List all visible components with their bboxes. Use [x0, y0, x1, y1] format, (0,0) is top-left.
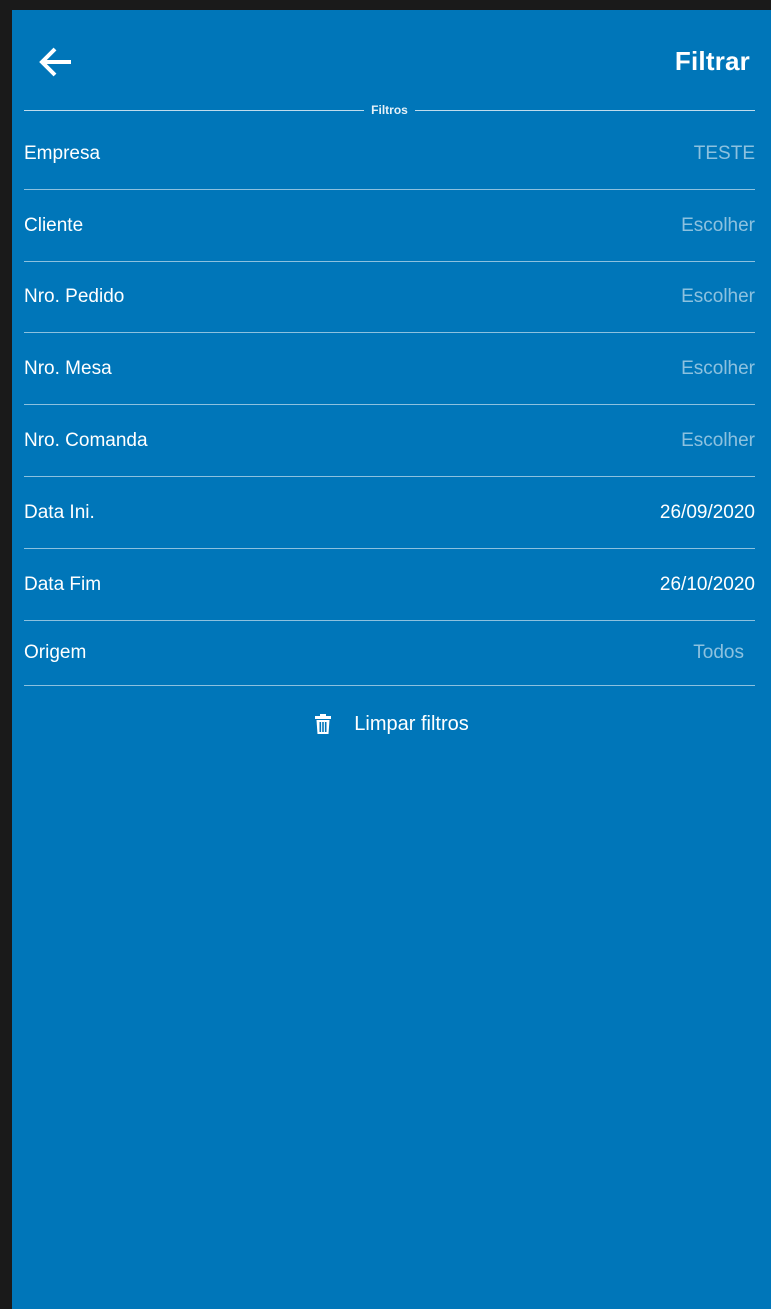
filter-label: Cliente [24, 214, 84, 236]
divider-line-left [24, 109, 365, 111]
filter-label: Nro. Mesa [24, 357, 112, 379]
filter-row-cliente[interactable]: Cliente Escolher [24, 190, 755, 262]
filter-value: Escolher [681, 357, 755, 379]
arrow-left-icon [36, 42, 76, 82]
filter-row-nro-pedido[interactable]: Nro. Pedido Escolher [24, 262, 755, 333]
clear-filters-label: Limpar filtros [354, 712, 469, 735]
filter-value: Escolher [681, 214, 755, 236]
divider-line-right [414, 109, 756, 111]
filter-label: Nro. Pedido [24, 286, 125, 307]
filter-row-data-fim[interactable]: Data Fim 26/10/2020 [24, 549, 755, 621]
filter-label: Data Ini. [24, 501, 95, 523]
filter-apply-button[interactable]: Filtrar [675, 46, 750, 77]
filter-row-nro-mesa[interactable]: Nro. Mesa Escolher [24, 333, 755, 405]
filter-list: Empresa TESTE Cliente Escolher Nro. Pedi… [24, 118, 755, 686]
filter-value: 26/10/2020 [659, 573, 755, 595]
filter-row-data-ini[interactable]: Data Ini. 26/09/2020 [24, 477, 755, 549]
filter-label: Data Fim [24, 573, 102, 595]
section-divider: Filtros [24, 103, 756, 117]
filter-screen: Filtrar Filtros Empresa TESTE Cliente Es… [12, 10, 771, 1309]
filter-label: Empresa [24, 142, 101, 164]
clear-filters-button[interactable]: Limpar filtros [12, 706, 771, 742]
filter-label: Nro. Comanda [24, 429, 148, 451]
filter-row-origem[interactable]: Origem Todos [24, 621, 755, 686]
back-button[interactable] [32, 38, 80, 86]
filter-value: TESTE [693, 142, 755, 164]
filter-row-nro-comanda[interactable]: Nro. Comanda Escolher [24, 405, 755, 477]
filter-label: Origem [24, 642, 87, 663]
filter-row-empresa[interactable]: Empresa TESTE [24, 118, 755, 190]
trash-icon [314, 713, 332, 735]
section-title: Filtros [371, 103, 408, 117]
filter-value: 26/09/2020 [659, 501, 755, 523]
filter-value: Escolher [681, 286, 755, 307]
filter-value: Todos [693, 642, 744, 663]
filter-value: Escolher [681, 429, 755, 451]
app-bar: Filtrar [12, 10, 771, 110]
